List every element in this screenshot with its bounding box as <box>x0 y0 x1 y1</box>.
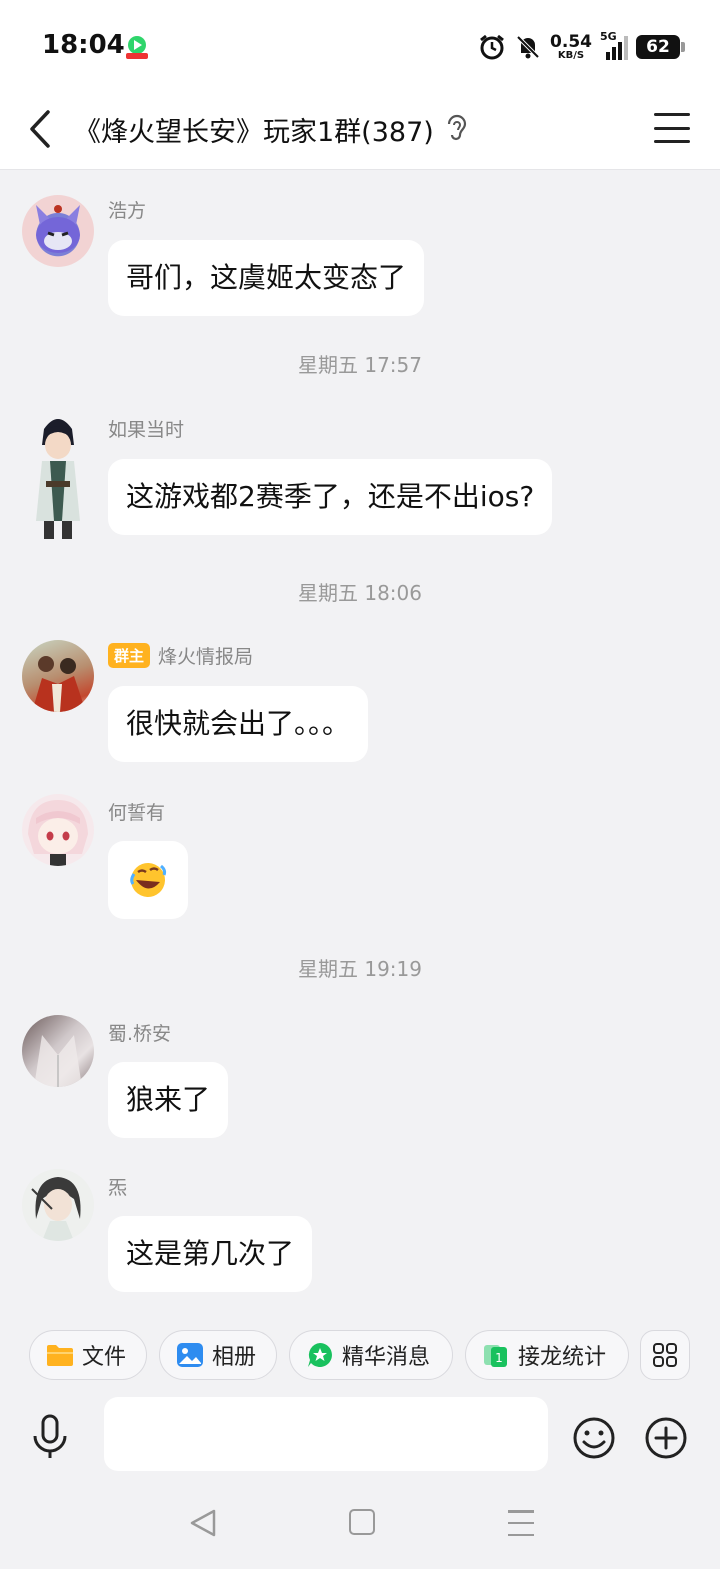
message-bubble[interactable]: 这游戏都2赛季了，还是不出ios? <box>108 459 553 535</box>
chat-area[interactable]: 浩方 哥们，这虞姬太变态了 星期五 17:57 如果当时 这游戏都2赛季了，还是… <box>0 171 720 1314</box>
svg-text:1: 1 <box>495 1351 503 1365</box>
scholar-avatar-icon <box>31 1177 81 1241</box>
microphone-icon[interactable] <box>30 1414 70 1460</box>
status-time: 18:04 <box>42 30 125 60</box>
menu-line <box>654 140 690 143</box>
chain-stats-button[interactable]: 1 接龙统计 <box>465 1330 629 1380</box>
sender-name: 浩方 <box>108 200 147 222</box>
essence-messages-button[interactable]: 精华消息 <box>289 1330 453 1380</box>
message-bubble[interactable]: 很快就会出了。。。 <box>108 686 369 762</box>
status-bar: 18:04 0.54 KB/S 5G 62 <box>0 0 720 90</box>
recent-line <box>508 1533 534 1536</box>
nav-recents-button[interactable] <box>508 1510 534 1536</box>
grid-icon <box>653 1343 677 1367</box>
avatar[interactable] <box>22 195 94 267</box>
menu-button[interactable] <box>654 110 690 146</box>
avatar[interactable] <box>22 640 94 712</box>
recent-line <box>508 1510 534 1513</box>
chain-stat-icon: 1 <box>482 1341 510 1369</box>
time-separator: 星期五 19:19 <box>298 957 422 981</box>
avatar[interactable] <box>22 794 94 866</box>
sender-name: 炁 <box>108 1177 128 1199</box>
star-bubble-icon <box>306 1341 334 1369</box>
shirt-photo-avatar-icon <box>34 1035 82 1087</box>
back-button[interactable] <box>22 106 58 152</box>
avatar[interactable] <box>22 411 94 543</box>
message-bubble[interactable]: 这是第几次了 <box>108 1216 313 1292</box>
files-button[interactable]: 文件 <box>29 1330 147 1380</box>
sticker-bubble[interactable] <box>108 841 188 919</box>
group-title[interactable]: 《烽火望长安》玩家1群(387) <box>74 110 434 149</box>
message-bubble[interactable]: 狼来了 <box>108 1062 229 1138</box>
warrior-avatar-icon <box>32 656 86 712</box>
alarm-icon <box>480 34 504 60</box>
album-button[interactable]: 相册 <box>159 1330 277 1380</box>
avatar[interactable] <box>22 1169 94 1241</box>
avatar[interactable] <box>22 1015 94 1087</box>
recent-line <box>508 1521 534 1525</box>
net-speed: 0.54 KB/S <box>550 31 592 61</box>
video-app-icon <box>126 36 148 59</box>
sender-name: 蜀.桥安 <box>108 1023 172 1045</box>
anime-girl-avatar-icon <box>28 800 88 866</box>
signal-indicator: 5G <box>600 30 628 60</box>
message-input[interactable] <box>104 1397 548 1471</box>
nav-home-button[interactable] <box>349 1509 375 1535</box>
ear-icon[interactable] <box>444 112 470 146</box>
swordsman-avatar-icon <box>36 419 80 539</box>
cat-avatar-icon <box>36 205 80 253</box>
time-separator: 星期五 18:06 <box>298 581 422 605</box>
sender-name: 如果当时 <box>108 419 185 441</box>
sender-name: 群主 烽火情报局 <box>108 642 253 669</box>
folder-icon <box>46 1341 74 1369</box>
battery-indicator: 62 <box>636 35 685 59</box>
quick-action-bar: 文件 相册 精华消息 1 接龙统计 <box>0 1314 720 1394</box>
owner-badge: 群主 <box>108 643 151 668</box>
mute-bell-icon <box>516 35 540 59</box>
chevron-left-icon <box>30 110 50 148</box>
input-bar <box>0 1394 720 1480</box>
sender-name: 何誓有 <box>108 802 166 824</box>
plus-circle-icon[interactable] <box>644 1416 688 1460</box>
nav-back-icon[interactable] <box>188 1508 218 1538</box>
message-bubble[interactable]: 哥们，这虞姬太变态了 <box>108 240 425 316</box>
photo-icon <box>176 1341 204 1369</box>
chat-header: 《烽火望长安》玩家1群(387) <box>0 90 720 170</box>
menu-line <box>654 113 690 116</box>
emoji-icon[interactable] <box>572 1416 616 1460</box>
laughing-crying-emoji-icon <box>130 863 167 897</box>
more-apps-button[interactable] <box>640 1330 690 1380</box>
time-separator: 星期五 17:57 <box>298 353 422 377</box>
status-icons: 0.54 KB/S 5G 62 <box>478 30 685 64</box>
system-nav-bar <box>0 1480 720 1569</box>
menu-line <box>654 126 690 130</box>
